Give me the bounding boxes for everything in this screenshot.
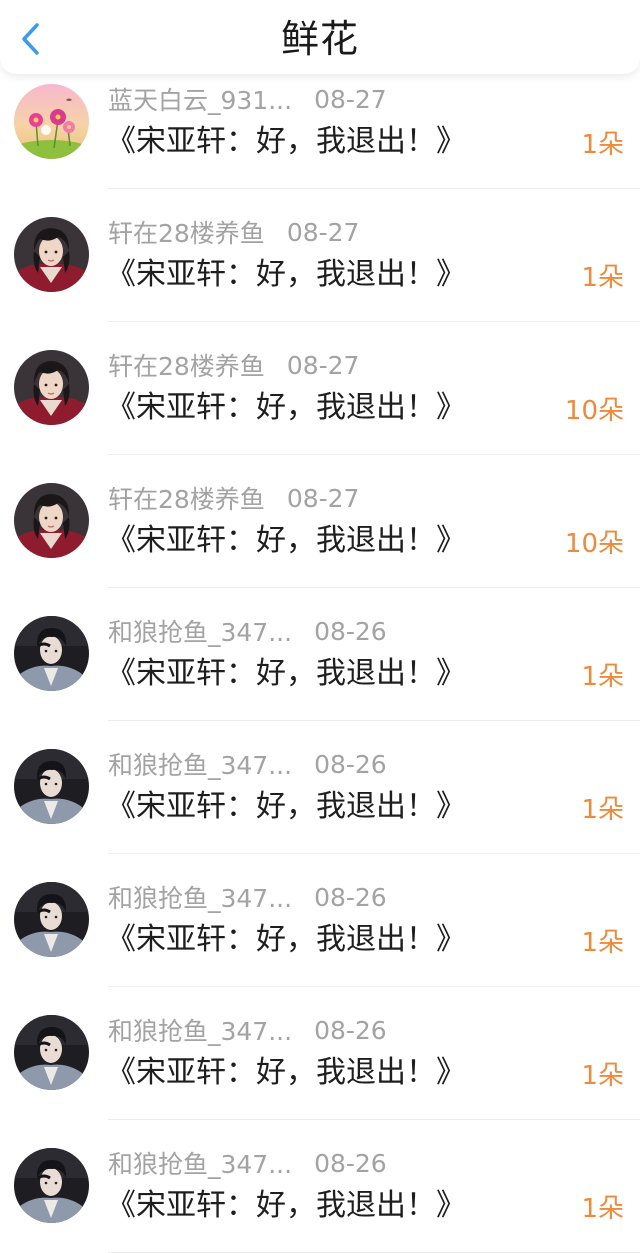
entry-meta: 和狼抢鱼_347... 08-26: [108, 1013, 387, 1047]
username[interactable]: 蓝天白云_931...: [108, 81, 292, 117]
list-item[interactable]: 轩在28楼养鱼 08-27 《宋亚轩：好，我退出！》 1朵: [0, 189, 640, 322]
flower-count: 1朵: [581, 1061, 624, 1091]
flower-count: 1朵: [581, 662, 624, 692]
entry-date: 08-27: [314, 84, 387, 114]
book-title[interactable]: 《宋亚轩：好，我退出！》: [106, 787, 466, 827]
entry-meta: 和狼抢鱼_347... 08-26: [108, 614, 387, 648]
book-title[interactable]: 《宋亚轩：好，我退出！》: [106, 388, 466, 428]
entry-meta: 轩在28楼养鱼 08-27: [108, 348, 359, 382]
list-item[interactable]: 和狼抢鱼_347... 08-26 《宋亚轩：好，我退出！》 1朵: [0, 588, 640, 721]
entry-date: 08-26: [314, 616, 387, 646]
entry-meta: 和狼抢鱼_347... 08-26: [108, 747, 387, 781]
list-item[interactable]: 和狼抢鱼_347... 08-26 《宋亚轩：好，我退出！》 1朵: [0, 721, 640, 854]
username[interactable]: 和狼抢鱼_347...: [108, 879, 292, 915]
entry-date: 08-27: [286, 217, 360, 247]
flower-count: 1朵: [581, 1194, 624, 1224]
entry-date: 08-27: [286, 483, 360, 513]
avatar[interactable]: [14, 616, 89, 691]
username[interactable]: 和狼抢鱼_347...: [108, 1145, 292, 1181]
top-bar: 鲜花: [0, 0, 640, 74]
flower-count: 10朵: [564, 396, 624, 426]
flower-gift-list: 蓝天白云_931... 08-27 《宋亚轩：好，我退出！》 1朵 轩在28楼养…: [0, 56, 640, 1253]
entry-meta: 和狼抢鱼_347... 08-26: [108, 1146, 387, 1180]
flower-count: 10朵: [564, 529, 624, 559]
username[interactable]: 和狼抢鱼_347...: [108, 746, 292, 782]
entry-date: 08-26: [314, 882, 387, 912]
flower-count: 1朵: [581, 130, 624, 160]
avatar[interactable]: [14, 84, 89, 159]
avatar[interactable]: [14, 749, 89, 824]
username[interactable]: 轩在28楼养鱼: [108, 347, 265, 383]
list-item[interactable]: 轩在28楼养鱼 08-27 《宋亚轩：好，我退出！》 10朵: [0, 455, 640, 588]
username[interactable]: 轩在28楼养鱼: [108, 480, 265, 516]
list-item[interactable]: 轩在28楼养鱼 08-27 《宋亚轩：好，我退出！》 10朵: [0, 322, 640, 455]
username[interactable]: 和狼抢鱼_347...: [108, 1012, 292, 1048]
book-title[interactable]: 《宋亚轩：好，我退出！》: [106, 255, 466, 295]
entry-date: 08-26: [314, 1015, 387, 1045]
entry-meta: 蓝天白云_931... 08-27: [108, 82, 387, 116]
avatar[interactable]: [14, 350, 89, 425]
book-title[interactable]: 《宋亚轩：好，我退出！》: [106, 1053, 466, 1093]
entry-date: 08-26: [314, 1148, 387, 1178]
book-title[interactable]: 《宋亚轩：好，我退出！》: [106, 654, 466, 694]
list-item[interactable]: 和狼抢鱼_347... 08-26 《宋亚轩：好，我退出！》 1朵: [0, 854, 640, 987]
flower-count: 1朵: [581, 263, 624, 293]
avatar[interactable]: [14, 882, 89, 957]
list-item[interactable]: 蓝天白云_931... 08-27 《宋亚轩：好，我退出！》 1朵: [0, 56, 640, 189]
list-item[interactable]: 和狼抢鱼_347... 08-26 《宋亚轩：好，我退出！》 1朵: [0, 1120, 640, 1253]
book-title[interactable]: 《宋亚轩：好，我退出！》: [106, 1186, 466, 1226]
list-item[interactable]: 和狼抢鱼_347... 08-26 《宋亚轩：好，我退出！》 1朵: [0, 987, 640, 1120]
username[interactable]: 和狼抢鱼_347...: [108, 613, 292, 649]
book-title[interactable]: 《宋亚轩：好，我退出！》: [106, 920, 466, 960]
page-title: 鲜花: [280, 17, 359, 61]
entry-meta: 和狼抢鱼_347... 08-26: [108, 880, 387, 914]
username[interactable]: 轩在28楼养鱼: [108, 214, 265, 250]
entry-meta: 轩在28楼养鱼 08-27: [108, 481, 359, 515]
avatar[interactable]: [14, 217, 89, 292]
avatar[interactable]: [14, 1148, 89, 1223]
avatar[interactable]: [14, 483, 89, 558]
book-title[interactable]: 《宋亚轩：好，我退出！》: [106, 521, 466, 561]
entry-meta: 轩在28楼养鱼 08-27: [108, 215, 359, 249]
flower-count: 1朵: [581, 928, 624, 958]
flower-count: 1朵: [581, 795, 624, 825]
book-title[interactable]: 《宋亚轩：好，我退出！》: [106, 122, 466, 162]
avatar[interactable]: [14, 1015, 89, 1090]
entry-date: 08-26: [314, 749, 387, 779]
entry-date: 08-27: [286, 350, 360, 380]
